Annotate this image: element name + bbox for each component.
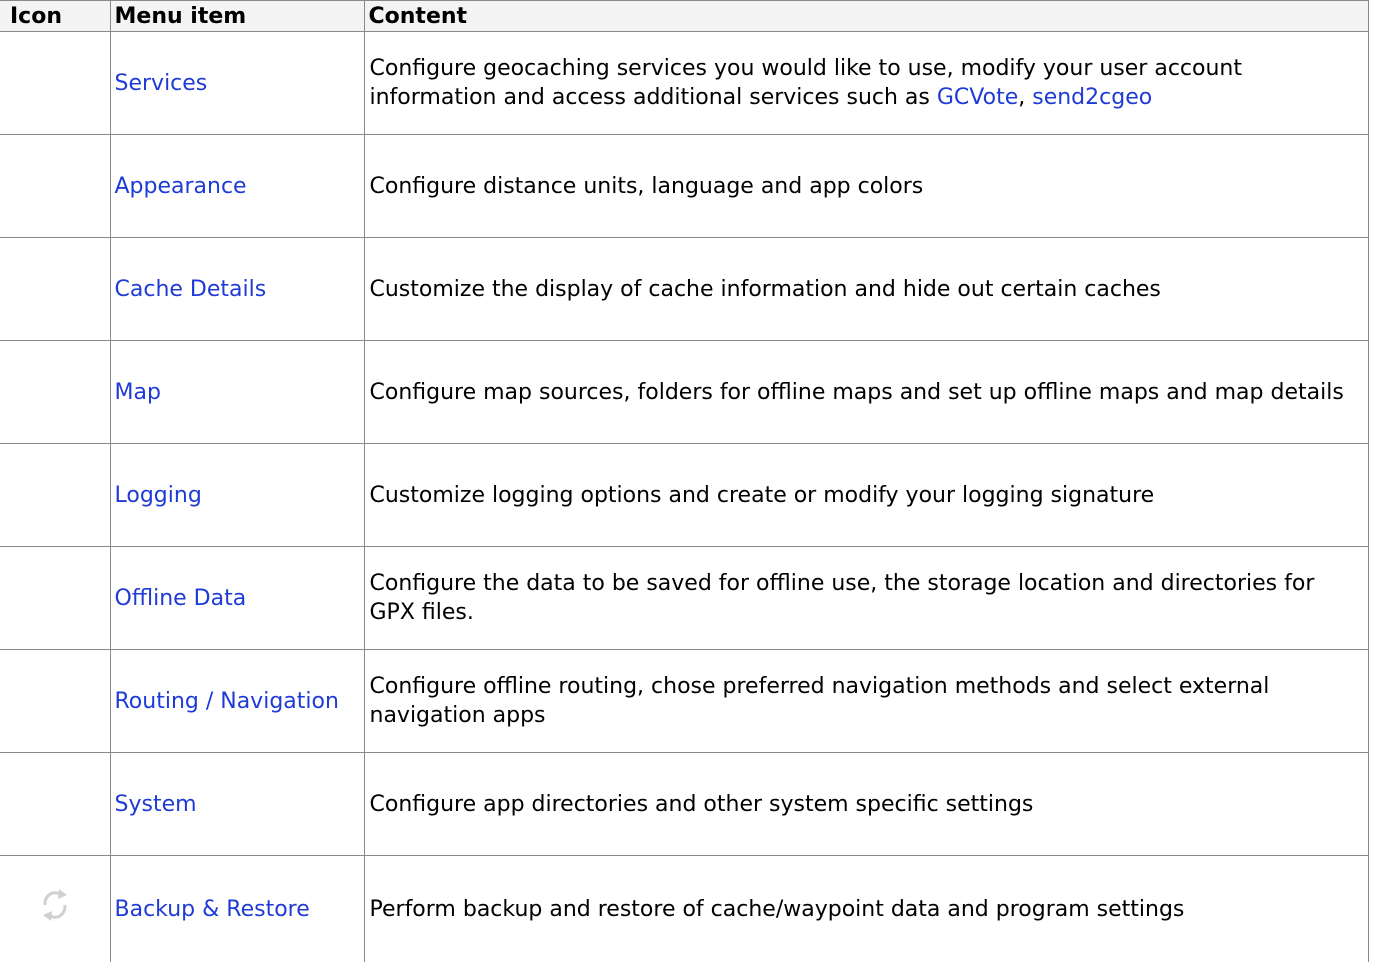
menu-cell: Routing / Navigation <box>109 649 365 753</box>
table-row: Logging Customize logging options and cr… <box>0 443 1369 547</box>
content-cell: Configure app directories and other syst… <box>363 752 1369 856</box>
table-row: System Configure app directories and oth… <box>0 752 1369 856</box>
menu-link-system[interactable]: System <box>115 792 197 817</box>
table-row: Cache Details Customize the display of c… <box>0 237 1369 341</box>
content-cell: Configure offline routing, chose preferr… <box>363 649 1369 753</box>
icon-cell <box>0 855 111 962</box>
menu-link-appearance[interactable]: Appearance <box>115 174 247 199</box>
menu-link-routing-navigation[interactable]: Routing / Navigation <box>115 689 339 714</box>
settings-menu-table: Icon Menu item Content Services Configur… <box>0 0 1369 962</box>
table-row: Backup & Restore Perform backup and rest… <box>0 855 1369 962</box>
gcvote-link[interactable]: GCVote <box>937 85 1018 110</box>
menu-link-backup-restore[interactable]: Backup & Restore <box>115 897 310 922</box>
table-row: Services Configure geocaching services y… <box>0 31 1369 135</box>
content-separator: , <box>1018 85 1033 110</box>
menu-cell: Services <box>109 31 365 135</box>
menu-link-cache-details[interactable]: Cache Details <box>115 277 267 302</box>
icon-cell <box>0 443 111 547</box>
icon-cell <box>0 649 111 753</box>
content-cell: Configure geocaching services you would … <box>363 31 1369 135</box>
content-cell: Configure distance units, language and a… <box>363 134 1369 238</box>
icon-cell <box>0 546 111 650</box>
table-row: Map Configure map sources, folders for o… <box>0 340 1369 444</box>
content-cell: Perform backup and restore of cache/wayp… <box>363 855 1369 962</box>
menu-cell: Logging <box>109 443 365 547</box>
menu-link-map[interactable]: Map <box>115 380 161 405</box>
header-content: Content <box>363 0 1369 32</box>
icon-cell <box>0 31 111 135</box>
menu-cell: System <box>109 752 365 856</box>
menu-cell: Appearance <box>109 134 365 238</box>
table-row: Offline Data Configure the data to be sa… <box>0 546 1369 650</box>
header-icon: Icon <box>0 0 111 32</box>
table-row: Appearance Configure distance units, lan… <box>0 134 1369 238</box>
header-menu-item: Menu item <box>109 0 365 32</box>
menu-cell: Offline Data <box>109 546 365 650</box>
menu-cell: Cache Details <box>109 237 365 341</box>
icon-cell <box>0 237 111 341</box>
table-header-row: Icon Menu item Content <box>0 0 1369 32</box>
content-cell: Customize the display of cache informati… <box>363 237 1369 341</box>
content-cell: Configure the data to be saved for offli… <box>363 546 1369 650</box>
content-cell: Customize logging options and create or … <box>363 443 1369 547</box>
sync-arrows-icon <box>37 885 73 925</box>
icon-cell <box>0 752 111 856</box>
content-cell: Configure map sources, folders for offli… <box>363 340 1369 444</box>
table-row: Routing / Navigation Configure offline r… <box>0 649 1369 753</box>
icon-cell <box>0 134 111 238</box>
send2cgeo-link[interactable]: send2cgeo <box>1032 85 1152 110</box>
menu-link-services[interactable]: Services <box>115 71 208 96</box>
menu-link-logging[interactable]: Logging <box>115 483 202 508</box>
menu-cell: Backup & Restore <box>109 855 365 962</box>
menu-cell: Map <box>109 340 365 444</box>
icon-cell <box>0 340 111 444</box>
menu-link-offline-data[interactable]: Offline Data <box>115 586 247 611</box>
